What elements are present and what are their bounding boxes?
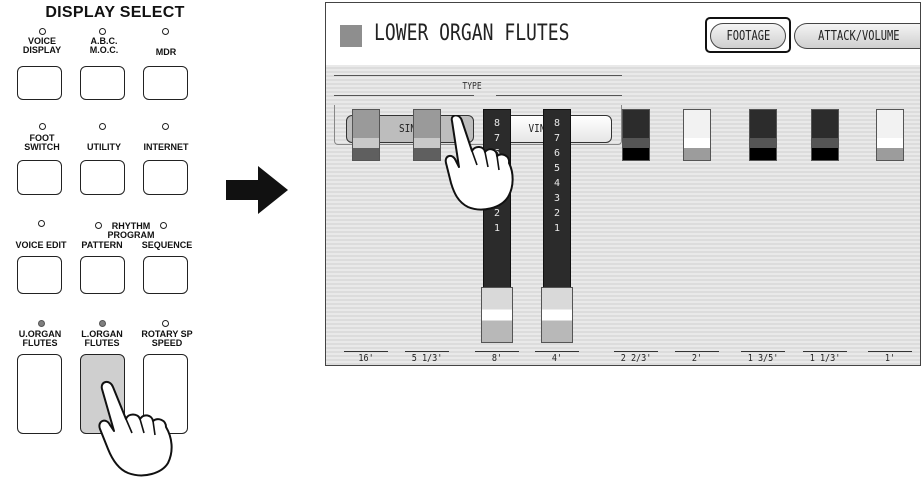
- right-arrow-icon: [226, 166, 288, 214]
- drawbar-handle[interactable]: [622, 109, 650, 161]
- pointing-hand-icon: [98, 381, 173, 477]
- label-lower-organ-flutes: L.ORGAN FLUTES: [81, 329, 123, 348]
- label-sequence: SEQUENCE: [141, 240, 193, 250]
- drawbar-baseline: [803, 351, 847, 352]
- voice-display-button[interactable]: [17, 66, 62, 100]
- drawbar-scale-number: 2: [553, 208, 561, 219]
- type-left-line: [334, 95, 474, 96]
- drawbar-baseline: [344, 351, 388, 352]
- label-abc-moc: A.B.C. M.O.C.: [89, 36, 119, 55]
- voice-edit-button[interactable]: [17, 256, 62, 294]
- led-rotary-speaker-speed: [162, 320, 169, 327]
- drawbar-handle[interactable]: [811, 109, 839, 161]
- drawbar-handle[interactable]: [481, 287, 513, 343]
- drawbar-baseline: [675, 351, 719, 352]
- utility-button[interactable]: [80, 160, 125, 195]
- drawbar-scale: 8 7 6 5 4 3 2 1: [543, 109, 571, 289]
- led-abc-moc: [99, 28, 106, 35]
- drawbar-stripe: [750, 138, 776, 148]
- label-foot-switch: FOOT SWITCH: [24, 133, 60, 152]
- pattern-button[interactable]: [80, 256, 125, 294]
- drawbar-scale-number: 6: [553, 148, 561, 159]
- drawbar-stripe: [684, 138, 710, 148]
- label-upper-organ-flutes: U.ORGAN FLUTES: [18, 329, 62, 348]
- drawbar-stripe: [812, 138, 838, 148]
- drawbar-scale-number: 1: [553, 223, 561, 234]
- drawbar-handle[interactable]: [683, 109, 711, 161]
- drawbar-footage-label: 4': [551, 353, 563, 364]
- led-mdr: [162, 28, 169, 35]
- drawbar-footage-label: 1 1/3': [809, 353, 841, 364]
- tab-footage[interactable]: FOOTAGE: [710, 23, 786, 49]
- organ-flutes-screen: LOWER ORGAN FLUTES FOOTAGE ATTACK/VOLUME…: [325, 2, 921, 366]
- title-square-icon: [340, 25, 362, 47]
- label-internet: INTERNET: [143, 142, 189, 152]
- label-rhythm-program: RHYTHM PROGRAM: [107, 221, 155, 240]
- drawbar-baseline: [868, 351, 912, 352]
- drawbar-baseline: [405, 351, 449, 352]
- type-top-line: [334, 75, 622, 76]
- drawbar-baseline: [614, 351, 658, 352]
- label-voice-display: VOICE DISPLAY: [22, 36, 62, 55]
- abc-moc-button[interactable]: [80, 66, 125, 100]
- mdr-button[interactable]: [143, 66, 188, 100]
- label-rotary-speaker-speed: ROTARY SP SPEED: [141, 329, 193, 348]
- drawbar-handle[interactable]: [876, 109, 904, 161]
- upper-organ-flutes-button[interactable]: [17, 354, 62, 434]
- drawbar-stripe: [684, 148, 710, 160]
- label-mdr: MDR: [155, 47, 177, 57]
- screen-title: LOWER ORGAN FLUTES: [374, 21, 570, 46]
- panel-title: DISPLAY SELECT: [45, 4, 185, 21]
- drawbar-scale-number: 5: [553, 163, 561, 174]
- drawbar-footage-label: 1 3/5': [747, 353, 779, 364]
- drawbar-footage-label: 16': [358, 353, 374, 364]
- drawbar-handle[interactable]: [541, 287, 573, 343]
- drawbar-handle[interactable]: [352, 109, 380, 161]
- drawbar-stripe: [623, 148, 649, 160]
- internet-button[interactable]: [143, 160, 188, 195]
- drawbar-scale-number: 4: [553, 178, 561, 189]
- screen-body: TYPE SINE VINTAGE 16'5 1/3'876543218'876…: [326, 65, 920, 365]
- led-upper-organ-flutes: [38, 320, 45, 327]
- drawbar-footage-label: 2': [691, 353, 703, 364]
- drawbar-footage-label: 5 1/3': [411, 353, 443, 364]
- drawbar-stripe: [353, 138, 379, 148]
- led-utility: [99, 123, 106, 130]
- led-voice-display: [39, 28, 46, 35]
- drawbar-scale-number: 7: [553, 133, 561, 144]
- drawbar-footage-label: 2 2/3': [620, 353, 652, 364]
- type-label: TYPE: [462, 81, 482, 92]
- drawbar-stripe: [812, 148, 838, 160]
- foot-switch-button[interactable]: [17, 160, 62, 195]
- drawbar-scale-number: 1: [493, 223, 501, 234]
- drawbar-scale-number: 8: [553, 118, 561, 129]
- pointing-hand-icon: [444, 115, 514, 211]
- led-voice-edit: [38, 220, 45, 227]
- tab-attack-volume[interactable]: ATTACK/VOLUME: [794, 23, 920, 49]
- screen-header: LOWER ORGAN FLUTES FOOTAGE ATTACK/VOLUME: [326, 3, 920, 65]
- drawbar-scale-number: 3: [553, 193, 561, 204]
- drawbar-stripe: [877, 148, 903, 160]
- led-internet: [162, 123, 169, 130]
- drawbar-footage-label: 1': [884, 353, 896, 364]
- drawbar-stripe: [623, 138, 649, 148]
- led-sequence: [160, 222, 167, 229]
- drawbar-stripe: [353, 148, 379, 160]
- drawbar-handle[interactable]: [749, 109, 777, 161]
- drawbar-baseline: [535, 351, 579, 352]
- led-foot-switch: [39, 123, 46, 130]
- label-voice-edit: VOICE EDIT: [15, 240, 67, 250]
- label-utility: UTILITY: [87, 142, 121, 152]
- label-pattern: PATTERN: [81, 240, 123, 250]
- sequence-button[interactable]: [143, 256, 188, 294]
- drawbar-baseline: [741, 351, 785, 352]
- led-pattern: [95, 222, 102, 229]
- drawbar-stripe: [750, 148, 776, 160]
- led-lower-organ-flutes: [99, 320, 106, 327]
- drawbar-stripe: [877, 138, 903, 148]
- drawbar-baseline: [475, 351, 519, 352]
- drawbar-footage-label: 8': [491, 353, 503, 364]
- type-right-line: [496, 95, 622, 96]
